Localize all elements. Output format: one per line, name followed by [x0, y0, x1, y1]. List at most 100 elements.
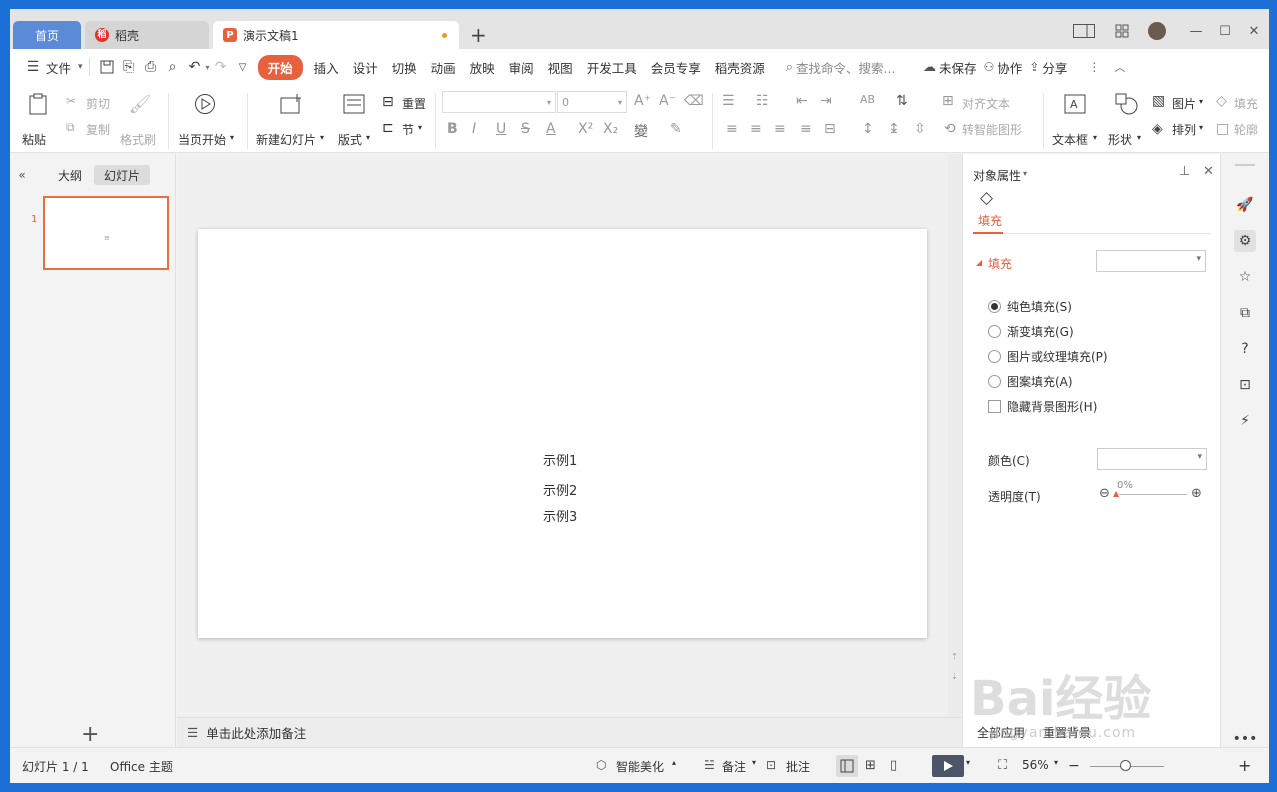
notes-placeholder[interactable]: 单击此处添加备注	[206, 723, 306, 742]
format-painter-button[interactable]: 格式刷	[120, 131, 156, 148]
menu-slideshow[interactable]: 放映	[463, 58, 502, 77]
menu-animation[interactable]: 动画	[424, 58, 463, 77]
font-size-select[interactable]: 0 ▾	[557, 91, 627, 113]
arrange-icon[interactable]: ◈	[1152, 121, 1163, 137]
zoom-value[interactable]: 56%	[1022, 758, 1049, 772]
zoom-slider-handle[interactable]	[1120, 760, 1131, 771]
radio-unchecked[interactable]	[988, 325, 1001, 338]
scroll-down-icon[interactable]: ⇣	[951, 672, 958, 681]
picture-button[interactable]: 图片	[1172, 95, 1196, 112]
chevron-down-icon[interactable]: ▾	[966, 758, 970, 767]
print-icon[interactable]: ⎙	[140, 56, 162, 78]
smart-shape-icon[interactable]: ⟲	[944, 121, 956, 137]
close-icon[interactable]: ✕	[1244, 21, 1264, 41]
vertical-scrollbar[interactable]: ⇡ ⇣	[948, 154, 962, 717]
bullet-list-icon[interactable]: ☰	[722, 93, 735, 109]
zoom-out-icon[interactable]: −	[1068, 758, 1080, 774]
properties-icon[interactable]: ⚙	[1234, 230, 1256, 252]
normal-view-icon[interactable]	[836, 755, 858, 777]
textbox-button[interactable]: 文本框	[1052, 131, 1088, 148]
transparency-slider[interactable]	[1119, 494, 1187, 495]
reading-view-icon[interactable]: ▯	[890, 758, 897, 773]
fill-button[interactable]: 填充	[1234, 95, 1258, 112]
radio-unchecked[interactable]	[988, 375, 1001, 388]
align-center-icon[interactable]: ≡	[750, 121, 762, 137]
fill-icon[interactable]: ◇	[1216, 93, 1227, 109]
collapse-ribbon-icon[interactable]: ︿	[1114, 59, 1125, 75]
tab-daoke[interactable]: 稻 稻壳	[85, 21, 209, 49]
notes-toggle[interactable]: 备注	[722, 758, 746, 775]
tab-document[interactable]: P 演示文稿1	[213, 21, 459, 49]
gradient-fill-option[interactable]: 渐变填充(G)	[988, 323, 1074, 340]
tab-outline[interactable]: 大纲	[50, 165, 90, 185]
slide-text-line[interactable]: 示例1	[543, 450, 577, 469]
play-slideshow-button[interactable]	[932, 755, 964, 777]
share-button[interactable]: 分享	[1039, 58, 1074, 77]
hamburger-icon[interactable]: ☰	[22, 56, 44, 78]
cut-button[interactable]: 剪切	[86, 95, 110, 112]
decrease-font-icon[interactable]: A⁻	[659, 93, 676, 109]
new-slide-icon[interactable]	[278, 91, 304, 117]
pin-icon[interactable]: ⊥	[1179, 164, 1190, 179]
cut-icon[interactable]: ✂	[66, 94, 76, 108]
redo-icon[interactable]: ↷	[210, 56, 232, 78]
unsaved-status[interactable]: 未保存	[936, 58, 984, 77]
fill-section-title[interactable]: 填充	[988, 255, 1012, 272]
increase-font-icon[interactable]: A⁺	[634, 93, 651, 109]
export-pdf-icon[interactable]: ⎘	[118, 56, 140, 78]
slide-thumbnail[interactable]: ≡	[43, 196, 169, 270]
menu-daoke-resources[interactable]: 稻壳资源	[708, 58, 772, 77]
align-right-icon[interactable]: ≡	[774, 121, 786, 137]
undo-icon[interactable]: ↶	[184, 56, 206, 78]
fit-window-icon[interactable]: ⛶	[998, 758, 1007, 773]
sort-icon[interactable]: ⇅	[896, 93, 908, 109]
superscript-icon[interactable]: X²	[578, 121, 593, 137]
pattern-fill-option[interactable]: 图案填充(A)	[988, 373, 1073, 390]
paste-button[interactable]: 粘贴	[22, 131, 46, 148]
menu-view[interactable]: 视图	[541, 58, 580, 77]
reset-icon[interactable]: ⊟	[382, 94, 394, 110]
paste-icon[interactable]	[25, 91, 51, 117]
slide-text-line[interactable]: 示例3	[543, 506, 577, 525]
slide-canvas[interactable]: 示例1 示例2 示例3	[198, 229, 927, 638]
command-search-input[interactable]: 查找命令、搜索...	[793, 58, 923, 77]
play-from-current-button[interactable]: 当页开始	[178, 131, 226, 148]
checkbox[interactable]	[988, 400, 1001, 413]
distribute-icon[interactable]: ⊟	[824, 121, 836, 137]
fill-bucket-icon[interactable]: ◇	[980, 188, 993, 208]
menu-file[interactable]: 文件	[44, 58, 78, 77]
color-select[interactable]	[1097, 448, 1207, 470]
save-icon[interactable]	[96, 56, 118, 78]
zoom-in-icon[interactable]: +	[1238, 756, 1251, 775]
animation-icon[interactable]: ☆	[1234, 266, 1256, 288]
align-left-icon[interactable]: ≡	[726, 121, 738, 137]
sorter-view-icon[interactable]: ⊞	[865, 758, 876, 773]
subscript-icon[interactable]: X₂	[603, 121, 618, 137]
print-preview-icon[interactable]: ⌕	[162, 56, 184, 78]
phonetic-icon[interactable]: 變	[634, 121, 648, 141]
tab-home[interactable]: 首页	[13, 21, 81, 49]
play-from-current-icon[interactable]	[192, 91, 218, 117]
more-vertical-icon[interactable]: ⋮	[1088, 60, 1100, 74]
theme-name[interactable]: Office 主题	[110, 758, 173, 775]
format-painter-icon[interactable]: 🖌	[127, 91, 153, 117]
section-button[interactable]: 节	[402, 121, 414, 138]
text-direction-icon[interactable]: AB	[860, 93, 875, 106]
menu-home[interactable]: 开始	[257, 54, 303, 80]
collab-button[interactable]: 协作	[994, 58, 1029, 77]
paragraph-spacing-icon[interactable]: ↨	[888, 121, 900, 137]
shape-icon[interactable]	[1114, 91, 1140, 117]
column-spacing-icon[interactable]: ⇳	[914, 121, 926, 137]
apps-grid-icon[interactable]	[1111, 21, 1133, 41]
line-spacing-icon[interactable]: ↕	[862, 121, 874, 137]
clear-format-icon[interactable]: ⌫	[684, 93, 704, 109]
menu-transition[interactable]: 切换	[385, 58, 424, 77]
quick-access-more-icon[interactable]: ▽	[232, 56, 254, 78]
radio-checked[interactable]	[988, 300, 1001, 313]
numbered-list-icon[interactable]: ☷	[756, 93, 769, 109]
new-slide-button[interactable]: 新建幻灯片	[256, 131, 316, 148]
justify-icon[interactable]: ≡	[800, 121, 812, 137]
menu-design[interactable]: 设计	[346, 58, 385, 77]
outline-icon[interactable]: □	[1216, 121, 1229, 137]
decrease-indent-icon[interactable]: ⇤	[796, 93, 808, 109]
